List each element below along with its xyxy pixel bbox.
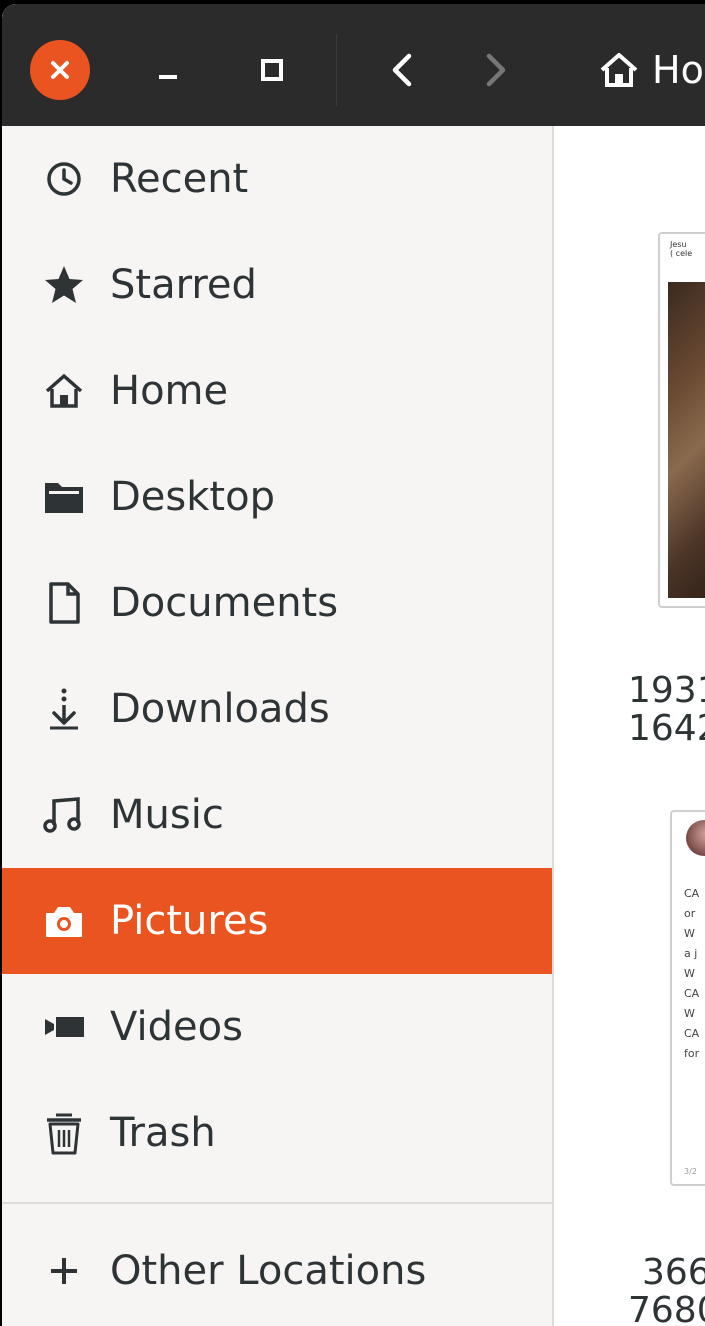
document-icon (38, 577, 90, 629)
video-icon (38, 1001, 90, 1053)
maximize-icon (261, 59, 283, 81)
sidebar-item-videos[interactable]: Videos (2, 974, 552, 1080)
minimize-icon (159, 75, 177, 79)
sidebar-item-trash[interactable]: Trash (2, 1080, 552, 1186)
forward-button[interactable] (464, 40, 528, 100)
breadcrumb-label: Ho (652, 48, 704, 92)
sidebar-item-desktop[interactable]: Desktop (2, 444, 552, 550)
clock-icon (38, 153, 90, 205)
minimize-button[interactable] (138, 40, 198, 100)
thumbnail-text: CA or W a j W CA W CA for (684, 887, 700, 1060)
sidebar-item-pictures[interactable]: Pictures (2, 868, 552, 974)
sidebar-item-home[interactable]: Home (2, 338, 552, 444)
sidebar-item-label: Videos (110, 1004, 243, 1050)
sidebar-item-label: Desktop (110, 474, 275, 520)
file-grid: Jesu ( cele 1931 1642 CA or W a j W CA W… (554, 126, 705, 1326)
sidebar-item-label: Recent (110, 156, 249, 202)
camera-icon (38, 895, 90, 947)
sidebar-item-label: Home (110, 368, 229, 414)
sidebar-divider (2, 1202, 552, 1204)
chevron-right-icon (486, 53, 506, 87)
sidebar-item-recent[interactable]: Recent (2, 126, 552, 232)
sidebar-item-label: Downloads (110, 686, 330, 732)
sidebar-item-label: Starred (110, 262, 257, 308)
download-icon (38, 683, 90, 735)
headerbar: Ho (2, 4, 705, 126)
sidebar-item-downloads[interactable]: Downloads (2, 656, 552, 762)
sidebar-item-other-locations[interactable]: Other Locations (2, 1218, 552, 1324)
file-name-line: 366 (642, 1252, 705, 1293)
home-icon (600, 53, 638, 87)
sidebar-item-label: Trash (110, 1110, 216, 1156)
home-icon (38, 365, 90, 417)
plus-icon (38, 1245, 90, 1297)
headerbar-separator (336, 34, 337, 106)
close-button[interactable] (30, 40, 90, 100)
maximize-button[interactable] (242, 40, 302, 100)
sidebar-item-label: Pictures (110, 898, 269, 944)
thumbnail-image (668, 282, 705, 598)
back-button[interactable] (370, 40, 434, 100)
sidebar-item-label: Documents (110, 580, 339, 626)
star-icon (38, 259, 90, 311)
trash-icon (38, 1107, 90, 1159)
file-manager-window: Ho Recent Starred Home Desktop Documents… (2, 4, 705, 1326)
file-thumbnail[interactable]: CA or W a j W CA W CA for 3/2 (670, 810, 705, 1186)
sidebar-item-label: Music (110, 792, 224, 838)
file-thumbnail[interactable]: Jesu ( cele (658, 232, 705, 608)
avatar (686, 820, 705, 856)
file-name[interactable]: 366 7680 (628, 1252, 705, 1326)
folder-icon (38, 471, 90, 523)
file-name-line: 7680 (628, 1290, 705, 1326)
sidebar-item-label: Other Locations (110, 1248, 427, 1294)
file-name-line: 1931 (628, 670, 705, 711)
sidebar: Recent Starred Home Desktop Documents Do… (2, 126, 554, 1326)
chevron-left-icon (392, 53, 412, 87)
music-icon (38, 789, 90, 841)
thumbnail-footer: 3/2 (684, 1167, 697, 1176)
sidebar-item-starred[interactable]: Starred (2, 232, 552, 338)
thumbnail-caption: Jesu ( cele (670, 240, 693, 258)
sidebar-item-music[interactable]: Music (2, 762, 552, 868)
file-name-line: 1642 (628, 708, 705, 749)
breadcrumb-home[interactable]: Ho (598, 42, 704, 98)
file-name[interactable]: 1931 1642 (628, 672, 705, 748)
close-icon (51, 61, 69, 79)
sidebar-item-documents[interactable]: Documents (2, 550, 552, 656)
